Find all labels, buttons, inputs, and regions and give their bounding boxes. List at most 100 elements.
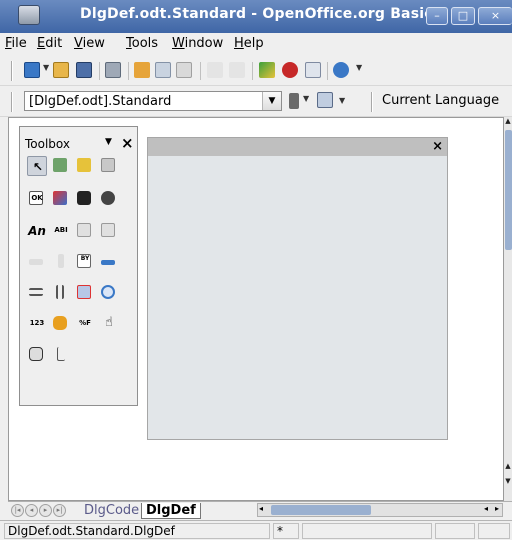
last-tab-icon[interactable]: ▸| <box>53 504 66 517</box>
test-mode-tool-icon[interactable] <box>99 156 119 176</box>
status-position <box>302 523 432 539</box>
select-macro-icon[interactable] <box>259 62 275 78</box>
chevron-down-icon[interactable]: ▼ <box>262 92 281 110</box>
library-select[interactable]: [DlgDef.odt].Standard ▼ <box>24 91 282 111</box>
chevron-down-icon[interactable]: ▼ <box>339 96 345 105</box>
vertical-scrollbar-tool-icon[interactable] <box>51 252 71 272</box>
horizontal-scrollbar[interactable]: ◂ ◂ ▸ <box>257 503 503 517</box>
chevron-down-icon[interactable]: ▼ <box>43 63 49 72</box>
time-field-tool-icon[interactable] <box>99 283 119 303</box>
close-icon[interactable]: × <box>432 139 443 154</box>
separator <box>327 62 328 80</box>
scroll-right-icon[interactable]: ▸ <box>495 504 499 513</box>
toolbox-menu-icon[interactable]: ▼ <box>105 137 112 147</box>
status-modified: * <box>273 523 299 539</box>
chevron-down-icon[interactable]: ▼ <box>303 94 309 103</box>
undo-icon[interactable] <box>207 62 223 78</box>
tree-control-tool-icon[interactable] <box>51 345 71 365</box>
window-titlebar: DlgDef.odt.Standard - OpenOffice.org Bas… <box>0 0 512 33</box>
vertical-scrollbar[interactable]: ▲ ▲ ▼ <box>504 117 512 501</box>
menu-edit[interactable]: Edit <box>37 36 62 51</box>
option-button-tool-icon[interactable] <box>99 189 119 209</box>
scrollbar-thumb[interactable] <box>271 505 371 515</box>
menu-tools[interactable]: Tools <box>126 36 158 51</box>
menu-file[interactable]: File <box>5 36 27 51</box>
scroll-down-icon[interactable]: ▼ <box>504 477 512 485</box>
dialog-editor-icon[interactable] <box>305 62 321 78</box>
scrollbar-thumb[interactable] <box>505 130 512 250</box>
next-tab-icon[interactable]: ▸ <box>39 504 52 517</box>
library-select-value: [DlgDef.odt].Standard <box>29 94 172 109</box>
open-folder-icon[interactable] <box>53 62 69 78</box>
chevron-down-icon[interactable]: ▼ <box>356 63 362 72</box>
help-icon[interactable] <box>333 62 349 78</box>
language-icon[interactable] <box>289 93 299 109</box>
window-title: DlgDef.odt.Standard - OpenOffice.org Bas… <box>80 6 433 22</box>
menu-view[interactable]: View <box>74 36 105 51</box>
maximize-button[interactable]: □ <box>451 7 475 25</box>
manage-languages-icon[interactable] <box>317 92 333 108</box>
design-dialog-titlebar[interactable]: × <box>148 138 447 156</box>
formatted-field-tool-icon[interactable]: %F <box>75 314 95 334</box>
progress-bar-tool-icon[interactable] <box>99 252 119 272</box>
menubar: File Edit View Tools Window Help <box>0 33 512 54</box>
separator <box>99 62 100 80</box>
design-dialog[interactable]: × <box>147 137 448 440</box>
status-location: DlgDef.odt.Standard.DlgDef <box>4 523 270 539</box>
label-field-tool-icon[interactable]: An <box>27 221 47 241</box>
status-selection <box>478 523 510 539</box>
paste-icon[interactable] <box>176 62 192 78</box>
toolbox-panel: Toolbox ▼ × ↖ OK An ABI BY 123 %F ☝ <box>19 126 138 406</box>
frame-control-tool-icon[interactable]: BY <box>75 252 95 272</box>
save-icon[interactable] <box>76 62 92 78</box>
checkbox-tool-icon[interactable] <box>75 189 95 209</box>
file-control-tool-icon[interactable] <box>27 345 47 365</box>
standard-toolbar: ▼ ▼ <box>0 55 512 86</box>
new-document-icon[interactable] <box>24 62 40 78</box>
list-box-tool-icon[interactable] <box>75 221 95 241</box>
scroll-left-icon[interactable]: ◂ <box>259 504 263 513</box>
cut-icon[interactable] <box>134 62 150 78</box>
numeric-field-tool-icon[interactable]: 123 <box>27 314 47 334</box>
separator <box>128 62 129 80</box>
horizontal-scrollbar-tool-icon[interactable] <box>27 252 47 272</box>
pattern-field-tool-icon[interactable]: ☝ <box>99 314 119 334</box>
text-box-tool-icon[interactable]: ABI <box>51 221 71 241</box>
select-module-icon[interactable] <box>282 62 298 78</box>
combo-box-tool-icon[interactable] <box>99 221 119 241</box>
previous-tab-icon[interactable]: ◂ <box>25 504 38 517</box>
statusbar: DlgDef.odt.Standard.DlgDef * <box>0 520 512 540</box>
current-language-label: Current Language <box>382 93 500 108</box>
scroll-up-icon[interactable]: ▲ <box>504 462 512 470</box>
minimize-button[interactable]: – <box>426 7 448 25</box>
tab-dlgdef[interactable]: DlgDef <box>141 503 201 519</box>
properties-tool-icon[interactable] <box>75 156 95 176</box>
button-tool-icon[interactable]: OK <box>27 189 47 209</box>
vertical-line-tool-icon[interactable] <box>51 283 71 303</box>
select-tool-icon[interactable]: ↖ <box>27 156 47 176</box>
toolbar-grip[interactable] <box>11 92 13 112</box>
print-icon[interactable] <box>105 62 121 78</box>
toolbox-close-icon[interactable]: × <box>121 134 134 152</box>
tab-dlgcode[interactable]: DlgCode <box>84 503 139 519</box>
date-field-tool-icon[interactable] <box>75 283 95 303</box>
currency-field-tool-icon[interactable] <box>51 314 71 334</box>
manage-language-tool-icon[interactable] <box>51 156 71 176</box>
toolbar-grip[interactable] <box>11 61 13 81</box>
horizontal-line-tool-icon[interactable] <box>27 283 47 303</box>
image-control-tool-icon[interactable] <box>51 189 71 209</box>
toolbar-grip[interactable] <box>371 92 373 112</box>
redo-icon[interactable] <box>229 62 245 78</box>
menu-help[interactable]: Help <box>234 36 264 51</box>
toolbox-title: Toolbox <box>25 137 70 151</box>
app-icon[interactable] <box>18 5 40 25</box>
copy-icon[interactable] <box>155 62 171 78</box>
first-tab-icon[interactable]: |◂ <box>11 504 24 517</box>
status-insert-mode <box>435 523 475 539</box>
scroll-up-icon[interactable]: ▲ <box>504 117 512 125</box>
close-button[interactable]: × <box>478 7 512 25</box>
separator <box>200 62 201 80</box>
separator <box>252 62 253 80</box>
scroll-left-icon[interactable]: ◂ <box>484 504 488 513</box>
menu-window[interactable]: Window <box>172 36 223 51</box>
